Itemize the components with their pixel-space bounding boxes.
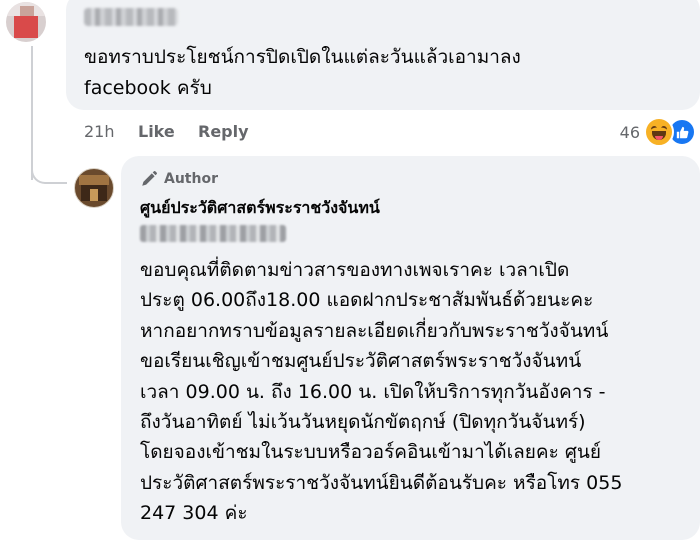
comment-timestamp[interactable]: 21h (84, 122, 138, 144)
page-avatar[interactable] (74, 168, 114, 208)
commenter-avatar[interactable] (6, 2, 46, 42)
comment-text-line: facebook ครับ (84, 77, 212, 99)
comment-actions: 21h Like Reply (84, 122, 249, 144)
reply-text: ขอบคุณที่ติดตามข่าวสารของทางเพจเราคะ เวล… (140, 255, 688, 529)
reply-button[interactable]: Reply (198, 122, 249, 144)
reply-text-line: ขอเรียนเชิญเข้าชมศูนย์ประวัติศาสตร์พระรา… (140, 350, 582, 373)
haha-icon (644, 117, 674, 147)
reply-text-line: ประตู 06.00ถึง18.00 แอดฝากประชาสัมพันธ์ด… (140, 289, 594, 312)
page-name[interactable]: ศูนย์ประวัติศาสตร์พระราชวังจันทน์ (140, 196, 380, 221)
pencil-icon (142, 171, 157, 186)
reply-text-line: 247 304 ค่ะ (140, 502, 248, 525)
reply-text-line: เวลา 09.00 น. ถึง 16.00 น. เปิดให้บริการ… (140, 380, 606, 403)
reply-text-line: หากอยากทราบข้อมูลรายละเอียดเกี่ยวกับพระร… (140, 319, 609, 342)
subtitle-redacted (140, 225, 286, 242)
comment-text: ขอทราบประโยชน์การปิดเปิดในแต่ละวันแล้วเอ… (84, 42, 684, 104)
avatar-pixel (14, 16, 38, 38)
reaction-summary[interactable]: 46 (619, 117, 696, 147)
reply-text-line: ขอบคุณที่ติดตามข่าวสารของทางเพจเราคะ เวล… (140, 259, 570, 281)
author-label: Author (164, 171, 218, 187)
author-badge: Author (140, 170, 218, 188)
reply-text-line: โดยจองเข้าชมในระบบหรือวอร์คอินเข้ามาได้เ… (140, 441, 602, 464)
reaction-count: 46 (619, 122, 640, 142)
reply-text-line: ถึงวันอาทิตย์ ไม่เว้นวันหยุดนักขัตฤกษ์ (… (140, 411, 586, 434)
commenter-name-redacted[interactable] (84, 8, 178, 26)
thread-connector (31, 150, 67, 184)
like-button[interactable]: Like (138, 122, 198, 144)
reply-text-line: ประวัติศาสตร์พระราชวังจันทน์ยินดีต้อนรับ… (140, 471, 623, 494)
comment-text-line: ขอทราบประโยชน์การปิดเปิดในแต่ละวันแล้วเอ… (84, 46, 521, 68)
